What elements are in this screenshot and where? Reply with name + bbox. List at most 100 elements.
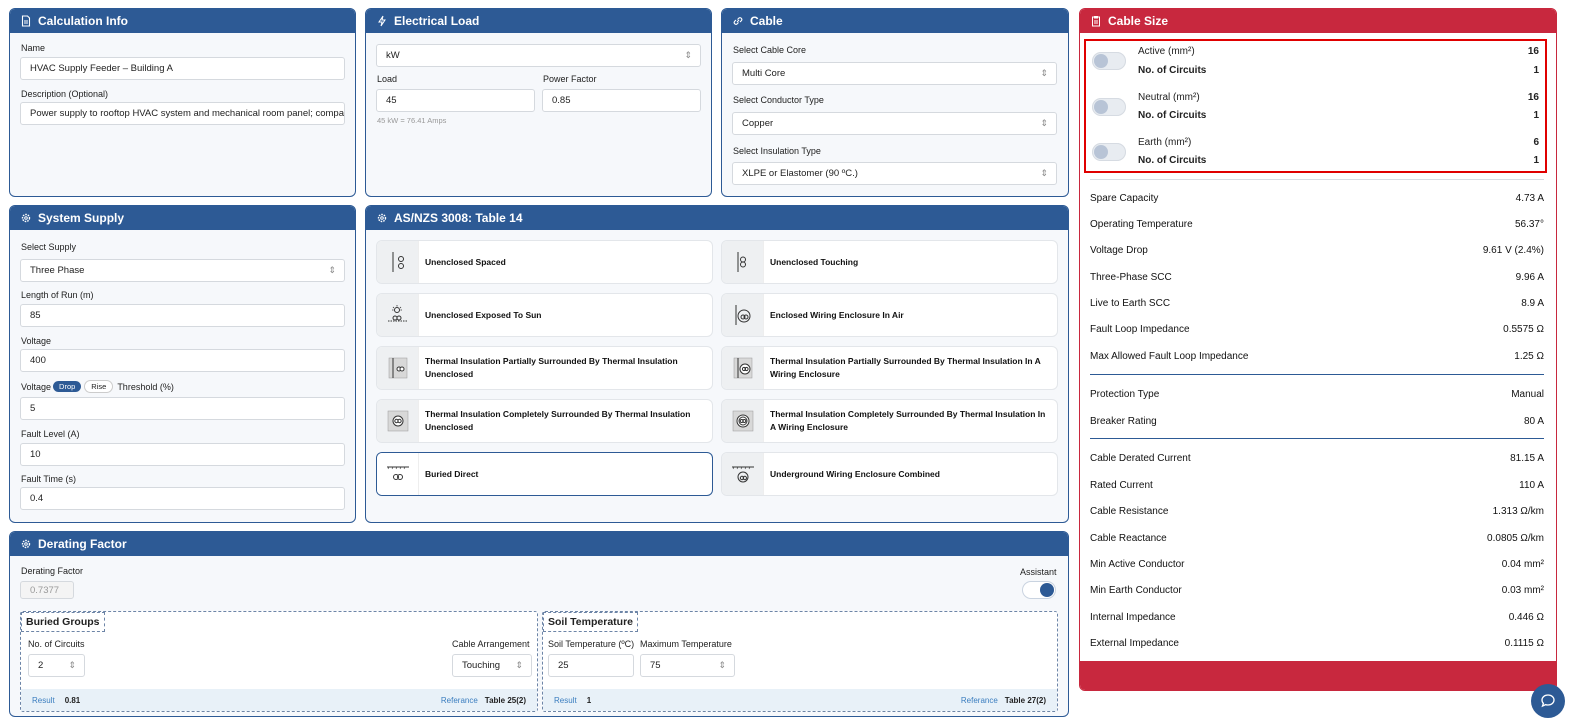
insulation-type-select[interactable]: XLPE or Elastomer (90 ºC.): [732, 162, 1057, 185]
method-unenclosed-touching[interactable]: Unenclosed Touching: [722, 241, 1057, 283]
result-row: External Impedance 0.1115 Ω: [1090, 637, 1544, 649]
length-label: Length of Run (m): [21, 290, 94, 300]
earth-toggle[interactable]: [1092, 143, 1126, 161]
method-enclosure-in-air[interactable]: Enclosed Wiring Enclosure In Air: [722, 294, 1057, 336]
power-factor-label: Power Factor: [543, 74, 597, 84]
description-label: Description (Optional): [21, 89, 109, 99]
result-label: Result: [32, 695, 55, 705]
load-input[interactable]: 45: [376, 89, 535, 112]
fault-level-input[interactable]: 10: [20, 443, 345, 466]
result-row: Internal Impedance 0.446 Ω: [1090, 611, 1544, 623]
method-unenclosed-spaced[interactable]: Unenclosed Spaced: [377, 241, 712, 283]
drop-toggle[interactable]: Drop: [53, 381, 82, 392]
description-input[interactable]: Power supply to rooftop HVAC system and …: [20, 102, 345, 125]
result-row: Cable Resistance 1.313 Ω/km: [1090, 505, 1544, 517]
load-label: Load: [377, 74, 398, 84]
panel-title: Cable: [750, 14, 783, 28]
name-input[interactable]: HVAC Supply Feeder – Building A: [20, 57, 345, 80]
soil-result-bar: Result 1 Referance Table 27(2): [543, 689, 1057, 711]
voltage-input[interactable]: 400: [20, 349, 345, 372]
cable-size-panel: Cable Size Active (mm²) 16 No. of Circui…: [1079, 8, 1557, 691]
result-row: Three-Phase SCC 9.96 A: [1090, 271, 1544, 283]
calculation-info-panel: Calculation Info Name HVAC Supply Feeder…: [9, 8, 356, 197]
buried-groups-section: Buried Groups No. of Circuits 2 Cable Ar…: [20, 611, 538, 712]
reference-label: Referance: [440, 695, 478, 705]
rise-toggle[interactable]: Rise: [85, 381, 113, 392]
divider: [1090, 438, 1544, 439]
method-exposed-to-sun[interactable]: Unenclosed Exposed To Sun: [377, 294, 712, 336]
method-label: Buried Direct: [425, 468, 479, 479]
neutral-toggle[interactable]: [1092, 98, 1126, 116]
reference-value: Table 27(2): [1004, 695, 1046, 705]
system-supply-header: System Supply: [10, 206, 355, 230]
method-thermal-partial-enclosure[interactable]: Thermal Insulation Partially Surrounded …: [722, 347, 1057, 389]
chat-button[interactable]: [1531, 684, 1565, 718]
soil-temperature-section: Soil Temperature Soil Temperature (ºC) 2…: [542, 611, 1058, 712]
result-row: Fault Loop Impedance 0.5575 Ω: [1090, 323, 1544, 335]
cable-panel: Cable Select Cable Core Multi Core Selec…: [721, 8, 1069, 197]
buried-result-bar: Result 0.81 Referance Table 25(2): [21, 689, 537, 711]
result-row: Operating Temperature 56.37°: [1090, 218, 1544, 230]
conductor-type-label: Select Conductor Type: [733, 95, 824, 105]
length-input[interactable]: 85: [20, 304, 345, 327]
method-label: Thermal Insulation Completely Surrounded…: [425, 409, 691, 432]
voltage-threshold-input[interactable]: 5: [20, 397, 345, 420]
max-temp-select[interactable]: 75: [640, 654, 735, 677]
active-circuits-label: No. of Circuits: [1138, 65, 1207, 76]
earth-circuits-value: 1: [1533, 155, 1539, 166]
cable-size-header: Cable Size: [1080, 9, 1556, 33]
supply-label: Select Supply: [21, 242, 77, 252]
arrangement-label: Cable Arrangement: [452, 639, 530, 649]
method-underground-enclosure[interactable]: Underground Wiring Enclosure Combined: [722, 453, 1057, 495]
cable-core-select[interactable]: Multi Core: [732, 62, 1057, 85]
method-thermal-complete-unenclosed[interactable]: Thermal Insulation Completely Surrounded…: [377, 400, 712, 442]
thermal-partial-icon: [388, 357, 407, 379]
active-toggle[interactable]: [1092, 52, 1126, 70]
method-label: Unenclosed Spaced: [425, 256, 506, 267]
load-unit-select[interactable]: kW: [376, 44, 701, 67]
voltage-prefix: Voltage: [21, 381, 52, 392]
circuits-select[interactable]: 2: [28, 654, 85, 677]
result-row: Rated Current 110 A: [1090, 479, 1544, 491]
earth-value: 6: [1533, 137, 1539, 148]
reference-label: Referance: [960, 695, 998, 705]
gear-icon: [21, 539, 31, 549]
system-supply-panel: System Supply Select Supply Three Phase …: [9, 205, 356, 523]
electrical-load-header: Electrical Load: [366, 9, 711, 33]
method-label: Thermal Insulation Completely Surrounded…: [770, 409, 1046, 432]
assistant-toggle[interactable]: [1022, 581, 1056, 599]
method-buried-direct[interactable]: Buried Direct: [377, 453, 712, 495]
derating-factor-label: Derating Factor: [21, 566, 84, 576]
fault-time-input[interactable]: 0.4: [20, 487, 345, 510]
earth-circuits-label: No. of Circuits: [1138, 155, 1207, 166]
arrangement-select[interactable]: Touching: [452, 654, 532, 677]
method-thermal-partial-unenclosed[interactable]: Thermal Insulation Partially Surrounded …: [377, 347, 712, 389]
method-thermal-complete-enclosure[interactable]: Thermal Insulation Completely Surrounded…: [722, 400, 1057, 442]
conductor-type-select[interactable]: Copper: [732, 112, 1057, 135]
soil-temp-label: Soil Temperature (ºC): [548, 639, 635, 649]
derating-factor-header: Derating Factor: [10, 532, 1068, 556]
spaced-icon: [392, 252, 404, 272]
document-icon: [21, 15, 31, 27]
derating-factor-panel: Derating Factor Derating Factor 0.7377 A…: [9, 531, 1069, 717]
active-label: Active (mm²): [1138, 46, 1195, 57]
enclosure-air-icon: [735, 305, 750, 325]
neutral-value: 16: [1527, 92, 1539, 103]
installation-method-panel: AS/NZS 3008: Table 14 Unenclosed Spaced …: [365, 205, 1069, 523]
soil-temp-input[interactable]: 25: [548, 654, 634, 677]
neutral-label: Neutral (mm²): [1138, 92, 1200, 103]
panel-title: Calculation Info: [38, 14, 128, 28]
name-label: Name: [21, 43, 46, 53]
power-factor-input[interactable]: 0.85: [542, 89, 701, 112]
buried-direct-icon: [386, 466, 409, 480]
derating-factor-value: 0.7377: [20, 581, 74, 599]
method-label: Unenclosed Touching: [770, 256, 859, 267]
thermal-complete-icon: [387, 410, 408, 432]
touching-icon: [737, 252, 746, 272]
underground-enclosure-icon: [731, 466, 754, 483]
cable-core-label: Select Cable Core: [733, 45, 807, 55]
supply-select[interactable]: Three Phase: [20, 259, 345, 282]
fault-time-label: Fault Time (s): [21, 474, 77, 484]
result-row: Spare Capacity 4.73 A: [1090, 192, 1544, 204]
calculation-info-header: Calculation Info: [10, 9, 355, 33]
